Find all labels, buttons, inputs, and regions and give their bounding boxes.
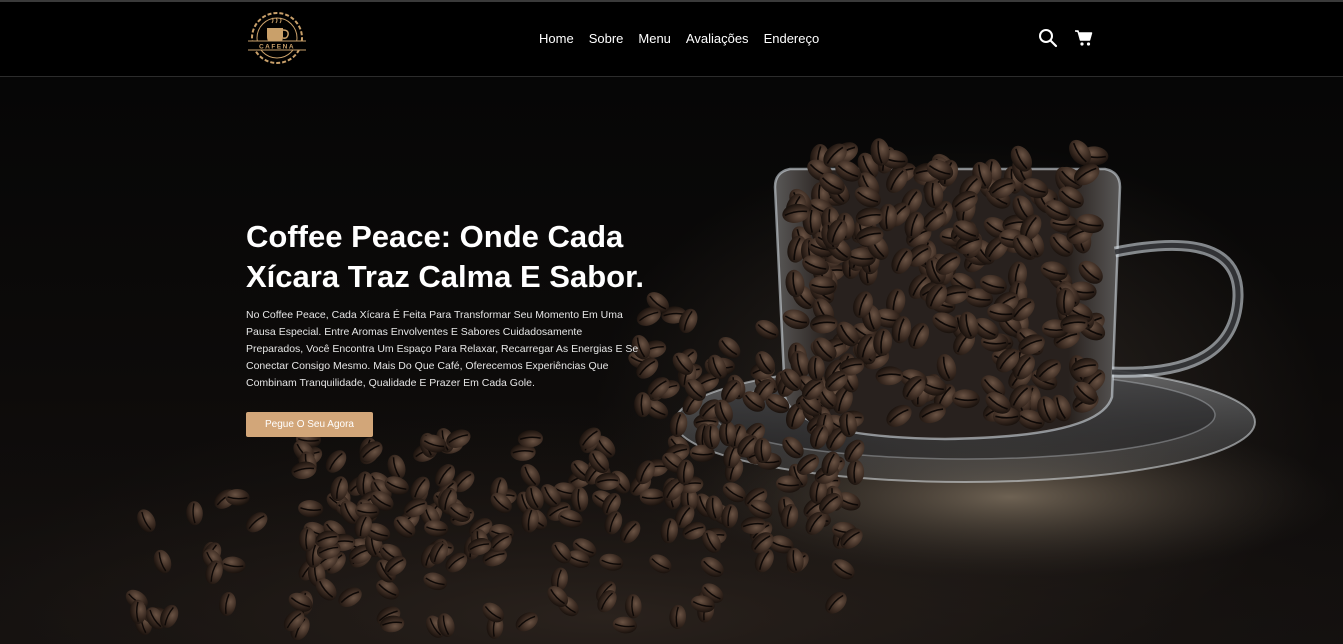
cafena-logo[interactable]: CAFENA <box>245 10 309 66</box>
search-icon[interactable] <box>1038 28 1058 48</box>
nav-link-sobre[interactable]: Sobre <box>589 31 624 46</box>
page: CAFENA Home Sobre Menu Avaliações Endere… <box>0 0 1343 644</box>
logo-text: CAFENA <box>259 44 295 51</box>
hero-section: Coffee Peace: Onde Cada Xícara Traz Calm… <box>0 77 1343 644</box>
header-actions <box>1038 28 1094 48</box>
hero-content: Coffee Peace: Onde Cada Xícara Traz Calm… <box>246 217 646 437</box>
site-header: CAFENA Home Sobre Menu Avaliações Endere… <box>0 2 1343 77</box>
nav-link-home[interactable]: Home <box>539 31 574 46</box>
hero-title: Coffee Peace: Onde Cada Xícara Traz Calm… <box>246 219 645 294</box>
hero-description: No Coffee Peace, Cada Xícara É Feita Par… <box>246 309 639 389</box>
main-nav: Home Sobre Menu Avaliações Endereço <box>539 31 819 46</box>
nav-link-endereco[interactable]: Endereço <box>764 31 820 46</box>
coffee-cup-image <box>0 138 1343 644</box>
logo-emblem: CAFENA <box>248 12 306 64</box>
nav-link-menu[interactable]: Menu <box>638 31 671 46</box>
nav-link-avaliacoes[interactable]: Avaliações <box>686 31 749 46</box>
get-yours-button[interactable]: Pegue O Seu Agora <box>246 412 373 437</box>
cart-icon[interactable] <box>1074 28 1094 48</box>
